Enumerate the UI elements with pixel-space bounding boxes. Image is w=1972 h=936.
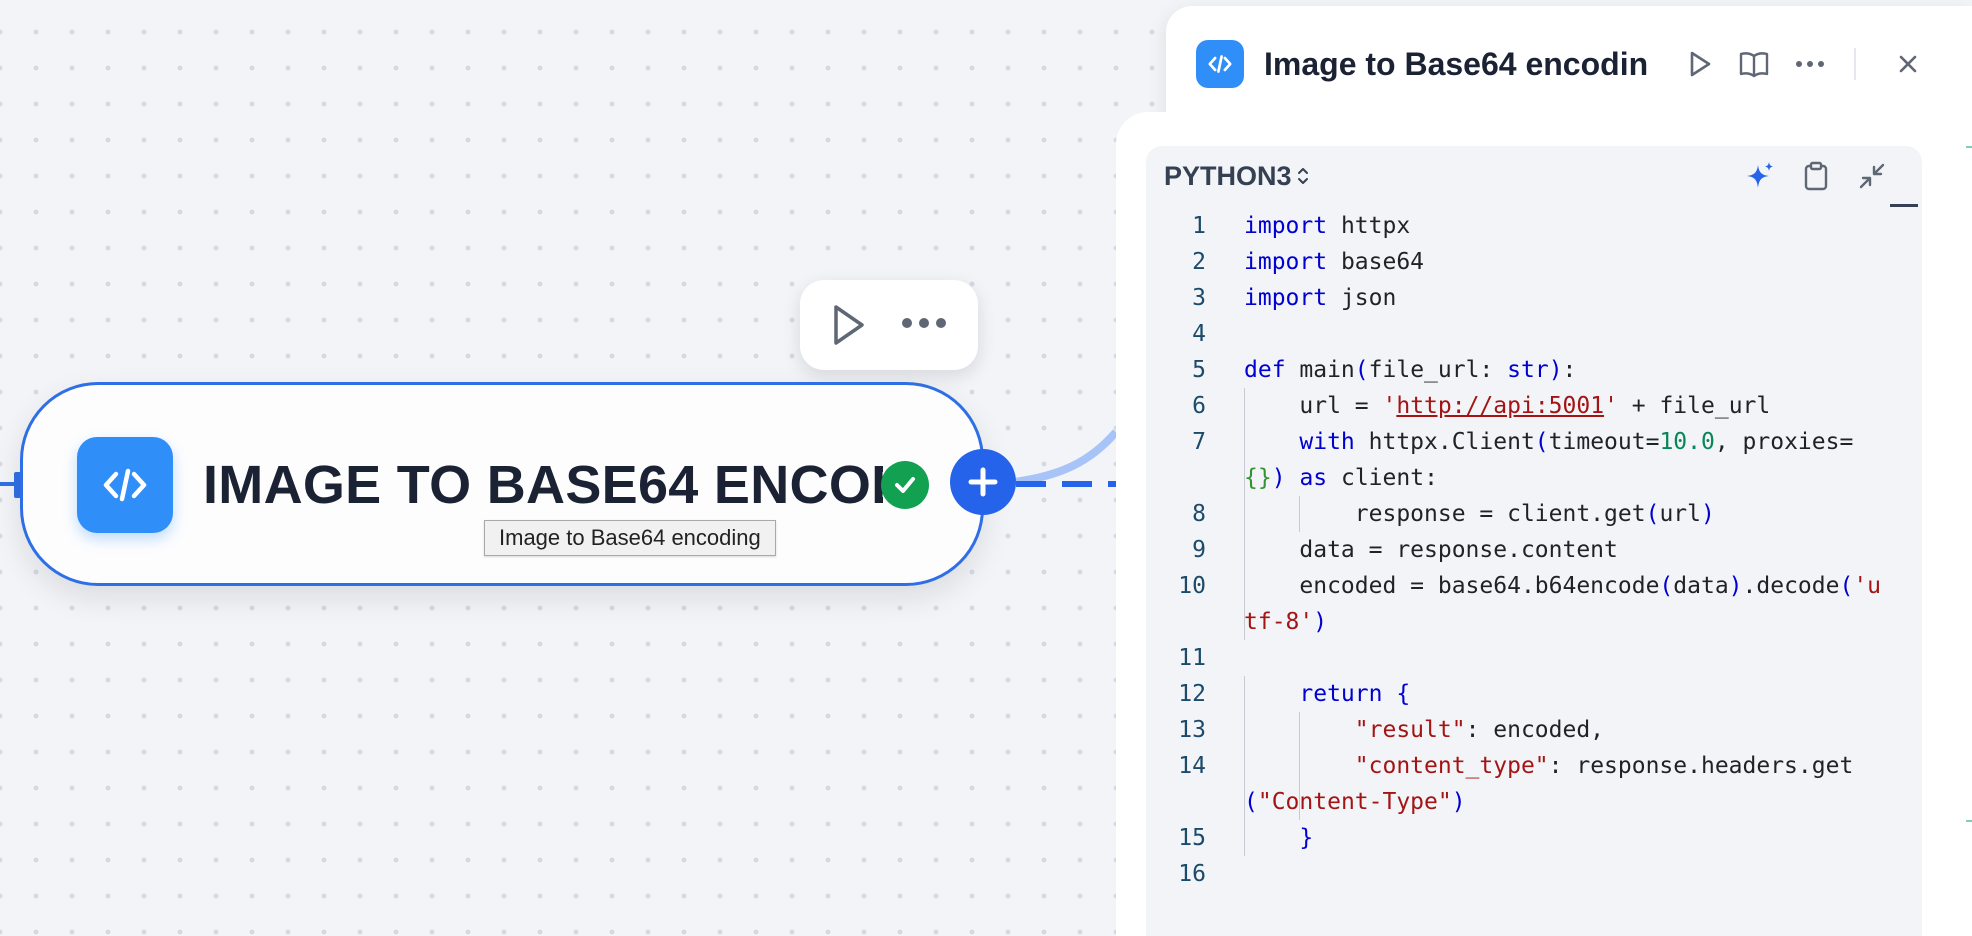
code-line: 10 encoded = base64.b64encode(data).deco… <box>1146 568 1886 640</box>
line-number: 11 <box>1178 645 1206 671</box>
chevron-updown-icon <box>1297 168 1308 184</box>
code-line: 5 def main(file_url: str): <box>1146 352 1886 388</box>
line-content: url = 'http://api:5001' + file_url <box>1244 393 1771 419</box>
code-line: 13 "result": encoded, <box>1146 712 1886 748</box>
code-line: 16 <box>1146 856 1886 892</box>
panel-title[interactable]: Image to Base64 encodin <box>1264 36 1864 92</box>
language-select[interactable]: PYTHON3 <box>1164 156 1310 196</box>
code-icon <box>77 437 173 533</box>
ai-generate-button[interactable] <box>1744 160 1776 192</box>
line-content: response = client.get(url) <box>1244 501 1715 527</box>
code-line: 3 import json <box>1146 280 1886 316</box>
indent-guide <box>1244 496 1245 532</box>
copy-code-button[interactable] <box>1800 160 1832 192</box>
line-number: 7 <box>1192 429 1206 455</box>
edge-indicator <box>1966 820 1972 822</box>
indent-guide <box>1244 748 1245 820</box>
more-horizontal-icon[interactable] <box>1792 46 1828 82</box>
panel-header: Image to Base64 encodin <box>1166 6 1972 126</box>
code-line: 15 } <box>1146 820 1886 856</box>
indent-guide <box>1299 748 1301 820</box>
check-circle-icon <box>881 461 929 509</box>
clipboard-icon <box>1804 161 1828 191</box>
scrollbar-thumb[interactable] <box>1890 204 1918 207</box>
line-content: encoded = base64.b64encode(data).decode(… <box>1244 573 1882 635</box>
line-content: } <box>1299 825 1314 851</box>
node-toolbar <box>800 280 978 370</box>
indent-guide <box>1299 712 1301 748</box>
line-content: "result": encoded, <box>1354 717 1605 743</box>
more-horizontal-icon[interactable] <box>902 318 946 328</box>
line-number: 8 <box>1192 501 1206 527</box>
code-line: 8 response = client.get(url) <box>1146 496 1886 532</box>
code-line: 4 <box>1146 316 1886 352</box>
code-line: 6 url = 'http://api:5001' + file_url <box>1146 388 1886 424</box>
line-content: def main(file_url: str): <box>1244 357 1577 383</box>
code-lines[interactable]: 1 import httpx 2 import base64 3 import json 4… <box>1146 208 1886 892</box>
language-label: PYTHON3 <box>1164 161 1292 191</box>
plus-icon <box>968 467 998 497</box>
panel-body: PYTHON3 1 import httpx 2 import base64 3… <box>1116 112 1972 936</box>
add-node-button[interactable] <box>950 449 1016 515</box>
code-line: 14 "content_type": response.headers.get(… <box>1146 748 1886 820</box>
line-content: return { <box>1299 681 1411 707</box>
line-content: import json <box>1244 285 1397 311</box>
close-icon <box>1899 55 1917 73</box>
line-number: 10 <box>1178 573 1206 599</box>
line-number: 4 <box>1192 321 1206 347</box>
indent-guide <box>1244 388 1245 424</box>
code-line: 1 import httpx <box>1146 208 1886 244</box>
edge-indicator <box>1966 146 1972 148</box>
line-content: data = response.content <box>1244 537 1618 563</box>
node-tooltip: Image to Base64 encoding <box>484 520 776 556</box>
code-editor-toolbar: PYTHON3 <box>1146 146 1922 207</box>
code-icon <box>1196 40 1244 88</box>
code-line: 9 data = response.content <box>1146 532 1886 568</box>
code-line: 7 with httpx.Client(timeout=10.0, proxie… <box>1146 424 1886 496</box>
line-number: 12 <box>1178 681 1206 707</box>
indent-guide <box>1244 676 1245 712</box>
outgoing-curve <box>1013 429 1120 486</box>
indent-guide <box>1244 712 1245 748</box>
line-number: 3 <box>1192 285 1206 311</box>
line-number: 6 <box>1192 393 1206 419</box>
sparkle-icon <box>1747 162 1773 188</box>
indent-guide <box>1244 568 1245 640</box>
run-node-button[interactable] <box>1682 46 1718 82</box>
code-line: 2 import base64 <box>1146 244 1886 280</box>
line-number: 9 <box>1192 537 1206 563</box>
code-line: 11 <box>1146 640 1886 676</box>
indent-guide <box>1244 820 1245 856</box>
indent-guide <box>1244 532 1245 568</box>
line-number: 14 <box>1178 753 1206 779</box>
header-divider <box>1854 48 1856 80</box>
collapse-editor-button[interactable] <box>1856 160 1888 192</box>
line-number: 5 <box>1192 357 1206 383</box>
indent-guide <box>1244 424 1245 496</box>
book-icon <box>1739 52 1769 78</box>
collapse-icon <box>1859 163 1885 189</box>
line-number: 15 <box>1178 825 1206 851</box>
play-icon[interactable] <box>828 303 868 352</box>
play-icon <box>1690 51 1711 77</box>
line-number: 13 <box>1178 717 1206 743</box>
code-line: 12 return { <box>1146 676 1886 712</box>
line-content: "content_type": response.headers.get("Co… <box>1244 753 1854 815</box>
close-button[interactable] <box>1890 46 1926 82</box>
line-content: import base64 <box>1244 249 1425 275</box>
line-number: 2 <box>1192 249 1206 275</box>
line-content: with httpx.Client(timeout=10.0, proxies=… <box>1244 429 1854 491</box>
line-number: 16 <box>1178 861 1206 887</box>
line-number: 1 <box>1192 213 1206 239</box>
line-content: import httpx <box>1244 213 1411 239</box>
docs-button[interactable] <box>1736 46 1772 82</box>
indent-guide <box>1299 496 1301 532</box>
code-editor[interactable]: PYTHON3 1 import httpx 2 import base64 3… <box>1146 146 1922 936</box>
